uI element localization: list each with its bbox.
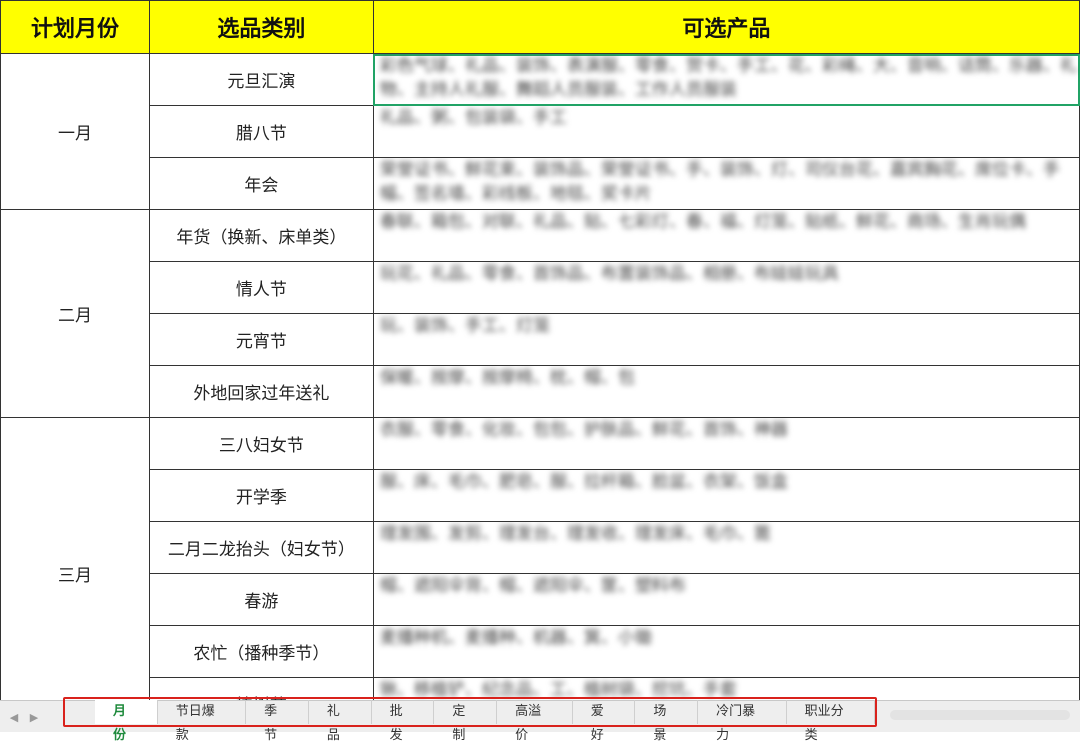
category-cell[interactable]: 元旦汇演 xyxy=(148,53,374,106)
month-cell[interactable]: 一月 xyxy=(0,53,150,210)
next-sheet-icon[interactable]: ▶ xyxy=(24,708,44,728)
products-cell[interactable]: 荣誉证书、鲜花束、装饰品、荣誉证书、手、装饰、灯、司仪台花、嘉宾胸花、席位卡、手… xyxy=(372,157,1080,210)
products-text: 彩色气球、礼品、装饰、表演服、零食、贺卡、手工、花、彩绳、大、音响、话筒、乐器、… xyxy=(379,56,1077,100)
table-row: 三月 三八妇女节 衣服、零食、化妆、包包、护肤品、鲜花、首饰、神器 xyxy=(0,417,1080,700)
table-row: 情人节 玩花、礼品、零食、首饰品、布置装饰品、相册、布娃娃玩具 xyxy=(1,261,1080,314)
horizontal-scrollbar[interactable] xyxy=(890,710,1070,720)
category-cell[interactable]: 外地回家过年送礼 xyxy=(148,365,374,418)
category-cell[interactable]: 春游 xyxy=(148,573,374,626)
products-cell[interactable]: 保暖、按摩、按摩椅、枕、帽、包 xyxy=(372,365,1080,418)
tab-wholesale[interactable]: 批发 xyxy=(372,700,435,743)
category-cell[interactable]: 元宵节 xyxy=(148,313,374,366)
header-products[interactable]: 可选产品 xyxy=(372,0,1080,54)
tab-month[interactable]: 月份 xyxy=(95,700,158,743)
category-cell[interactable]: 情人节 xyxy=(148,261,374,314)
table-row: 二月 年货（换新、床单类） 春联、箱包、对联、礼品、贴、七彩灯、春、福、灯笼、贴… xyxy=(0,209,1080,418)
products-text: 衣服、零食、化妆、包包、护肤品、鲜花、首饰、神器 xyxy=(379,420,788,440)
products-cell[interactable]: 服、床、毛巾、肥皂、服、拉杆箱、脸盆、衣架、饭盒 xyxy=(372,469,1080,522)
category-cell[interactable]: 年会 xyxy=(148,157,374,210)
tab-holiday-hits[interactable]: 节日爆款 xyxy=(158,700,247,743)
table-row: 二月二龙抬头（妇女节） 理发围、发剪、理发台、理发收、理发床、毛巾、篦 xyxy=(1,521,1080,574)
products-cell-selected[interactable]: 彩色气球、礼品、装饰、表演服、零食、贺卡、手工、花、彩绳、大、音响、话筒、乐器、… xyxy=(372,53,1080,106)
tab-custom[interactable]: 定制 xyxy=(434,700,498,743)
prev-sheet-icon[interactable]: ◀ xyxy=(4,708,24,728)
products-text: 服、床、毛巾、肥皂、服、拉杆箱、脸盆、衣架、饭盒 xyxy=(379,472,788,492)
category-cell[interactable]: 二月二龙抬头（妇女节） xyxy=(148,521,374,574)
category-cell[interactable]: 开学季 xyxy=(148,469,374,522)
table-row: 春游 帽、遮阳伞背、帽、遮阳伞、筐、塑料布 xyxy=(1,573,1080,626)
products-cell[interactable]: 衣服、零食、化妆、包包、护肤品、鲜花、首饰、神器 xyxy=(372,417,1080,470)
header-row: 计划月份 选品类别 可选产品 xyxy=(0,0,1080,54)
products-text: 荣誉证书、鲜花束、装饰品、荣誉证书、手、装饰、灯、司仪台花、嘉宾胸花、席位卡、手… xyxy=(379,160,1060,204)
products-cell[interactable]: 理发围、发剪、理发台、理发收、理发床、毛巾、篦 xyxy=(372,521,1080,574)
category-cell[interactable]: 年货（换新、床单类） xyxy=(148,209,374,262)
category-cell[interactable]: 腊八节 xyxy=(148,105,374,158)
products-cell[interactable]: 玩花、礼品、零食、首饰品、布置装饰品、相册、布娃娃玩具 xyxy=(372,261,1080,314)
planning-table: 计划月份 选品类别 可选产品 一月 元旦汇演 彩色气球、礼品、装饰、表演服、零食… xyxy=(0,0,1080,700)
products-text: 理发围、发剪、理发台、理发收、理发床、毛巾、篦 xyxy=(379,524,771,544)
tab-scene[interactable]: 场景 xyxy=(635,700,699,743)
month-cell[interactable]: 二月 xyxy=(0,209,150,418)
products-cell[interactable]: 麦播种机、麦播种、机器、箕、小锄 xyxy=(372,625,1080,678)
products-cell[interactable]: 礼品、粥、包装袋、手工 xyxy=(372,105,1080,158)
header-category[interactable]: 选品类别 xyxy=(148,0,374,54)
products-text: 麦播种机、麦播种、机器、箕、小锄 xyxy=(379,628,652,648)
table-row: 元宵节 玩、装饰、手工、灯笼 xyxy=(1,313,1080,366)
table-row: 农忙（播种季节） 麦播种机、麦播种、机器、箕、小锄 xyxy=(1,625,1080,678)
sheet-nav: ◀ ▶ xyxy=(4,706,56,726)
tab-season[interactable]: 季节 xyxy=(246,700,309,743)
products-cell[interactable]: 帽、遮阳伞背、帽、遮阳伞、筐、塑料布 xyxy=(372,573,1080,626)
table-row: 一月 元旦汇演 彩色气球、礼品、装饰、表演服、零食、贺卡、手工、花、彩绳、大、音… xyxy=(0,53,1080,210)
products-text: 玩、装饰、手工、灯笼 xyxy=(379,316,550,336)
products-text: 春联、箱包、对联、礼品、贴、七彩灯、春、福、灯笼、贴纸、鲜花、商场、生肖玩偶 xyxy=(379,212,1026,232)
products-text: 玩花、礼品、零食、首饰品、布置装饰品、相册、布娃娃玩具 xyxy=(379,264,839,284)
table-row: 年会 荣誉证书、鲜花束、装饰品、荣誉证书、手、装饰、灯、司仪台花、嘉宾胸花、席位… xyxy=(1,157,1080,210)
highlighted-tabs-box: 月份 节日爆款 季节 礼品 批发 定制 高溢价 爱好 场景 冷门暴力 职业分类 xyxy=(63,697,877,743)
products-cell[interactable]: 玩、装饰、手工、灯笼 xyxy=(372,313,1080,366)
category-cell[interactable]: 农忙（播种季节） xyxy=(148,625,374,678)
products-text: 保暖、按摩、按摩椅、枕、帽、包 xyxy=(379,368,635,388)
month-cell[interactable]: 三月 xyxy=(0,417,150,700)
tab-niche[interactable]: 冷门暴力 xyxy=(698,700,787,743)
table-row: 开学季 服、床、毛巾、肥皂、服、拉杆箱、脸盆、衣架、饭盒 xyxy=(1,469,1080,522)
products-cell[interactable]: 春联、箱包、对联、礼品、贴、七彩灯、春、福、灯笼、贴纸、鲜花、商场、生肖玩偶 xyxy=(372,209,1080,262)
category-cell[interactable]: 三八妇女节 xyxy=(148,417,374,470)
tab-hobby[interactable]: 爱好 xyxy=(573,700,636,743)
products-text: 帽、遮阳伞背、帽、遮阳伞、筐、塑料布 xyxy=(379,576,686,596)
tab-gifts[interactable]: 礼品 xyxy=(309,700,372,743)
table-row: 外地回家过年送礼 保暖、按摩、按摩椅、枕、帽、包 xyxy=(1,365,1080,418)
table-row: 腊八节 礼品、粥、包装袋、手工 xyxy=(1,105,1080,158)
sheet-tab-bar: ◀ ▶ 月份 节日爆款 季节 礼品 批发 定制 高溢价 爱好 场景 冷门暴力 职业… xyxy=(0,697,1080,743)
products-text: 礼品、粥、包装袋、手工 xyxy=(379,108,567,128)
tab-high-premium[interactable]: 高溢价 xyxy=(497,700,573,743)
tab-profession[interactable]: 职业分类 xyxy=(787,700,876,743)
spreadsheet-grid[interactable]: 计划月份 选品类别 可选产品 一月 元旦汇演 彩色气球、礼品、装饰、表演服、零食… xyxy=(0,0,1080,700)
header-month[interactable]: 计划月份 xyxy=(0,0,150,54)
